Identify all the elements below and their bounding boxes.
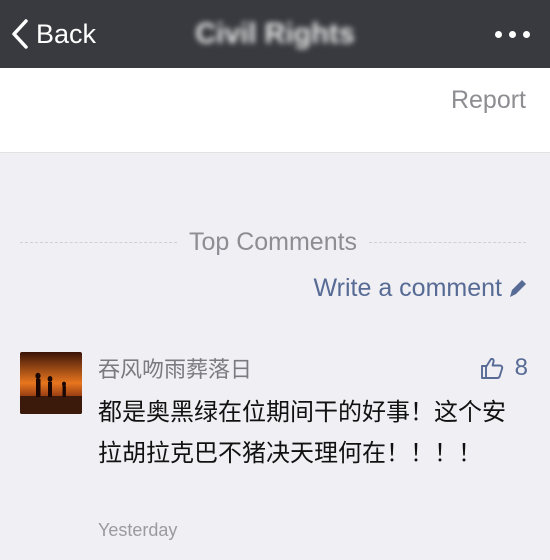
page-title: Civil Rights <box>195 17 355 50</box>
comment-item: 吞风吻雨葬落日 8 都是奥黑绿在位期间干的好事！这个安拉胡拉克巴不猪决天理何在！… <box>0 342 550 560</box>
thumbs-up-icon <box>480 357 503 379</box>
report-bar: Report <box>0 68 550 153</box>
divider-line-left <box>20 241 177 243</box>
avatar-image <box>20 352 82 414</box>
pencil-icon <box>510 280 526 297</box>
comment-timestamp: Yesterday <box>98 520 178 540</box>
write-comment-label: Write a comment <box>313 273 502 302</box>
comment-text: 都是奥黑绿在位期间干的好事！这个安拉胡拉克巴不猪决天理何在！！！！ <box>98 398 506 467</box>
top-comments-divider: Top Comments <box>20 224 526 260</box>
avatar[interactable] <box>20 352 82 414</box>
like-button[interactable]: 8 <box>479 354 528 382</box>
nav-bar: Back Civil Rights <box>0 0 550 68</box>
more-dots-icon[interactable] <box>495 0 530 68</box>
like-count: 8 <box>514 354 528 381</box>
top-comments-heading: Top Comments <box>188 227 358 256</box>
comment-nickname[interactable]: 吞风吻雨葬落日 <box>98 352 252 384</box>
divider-line-right <box>369 241 526 243</box>
report-link[interactable]: Report <box>451 86 526 115</box>
write-comment-link[interactable]: Write a comment <box>314 270 528 306</box>
